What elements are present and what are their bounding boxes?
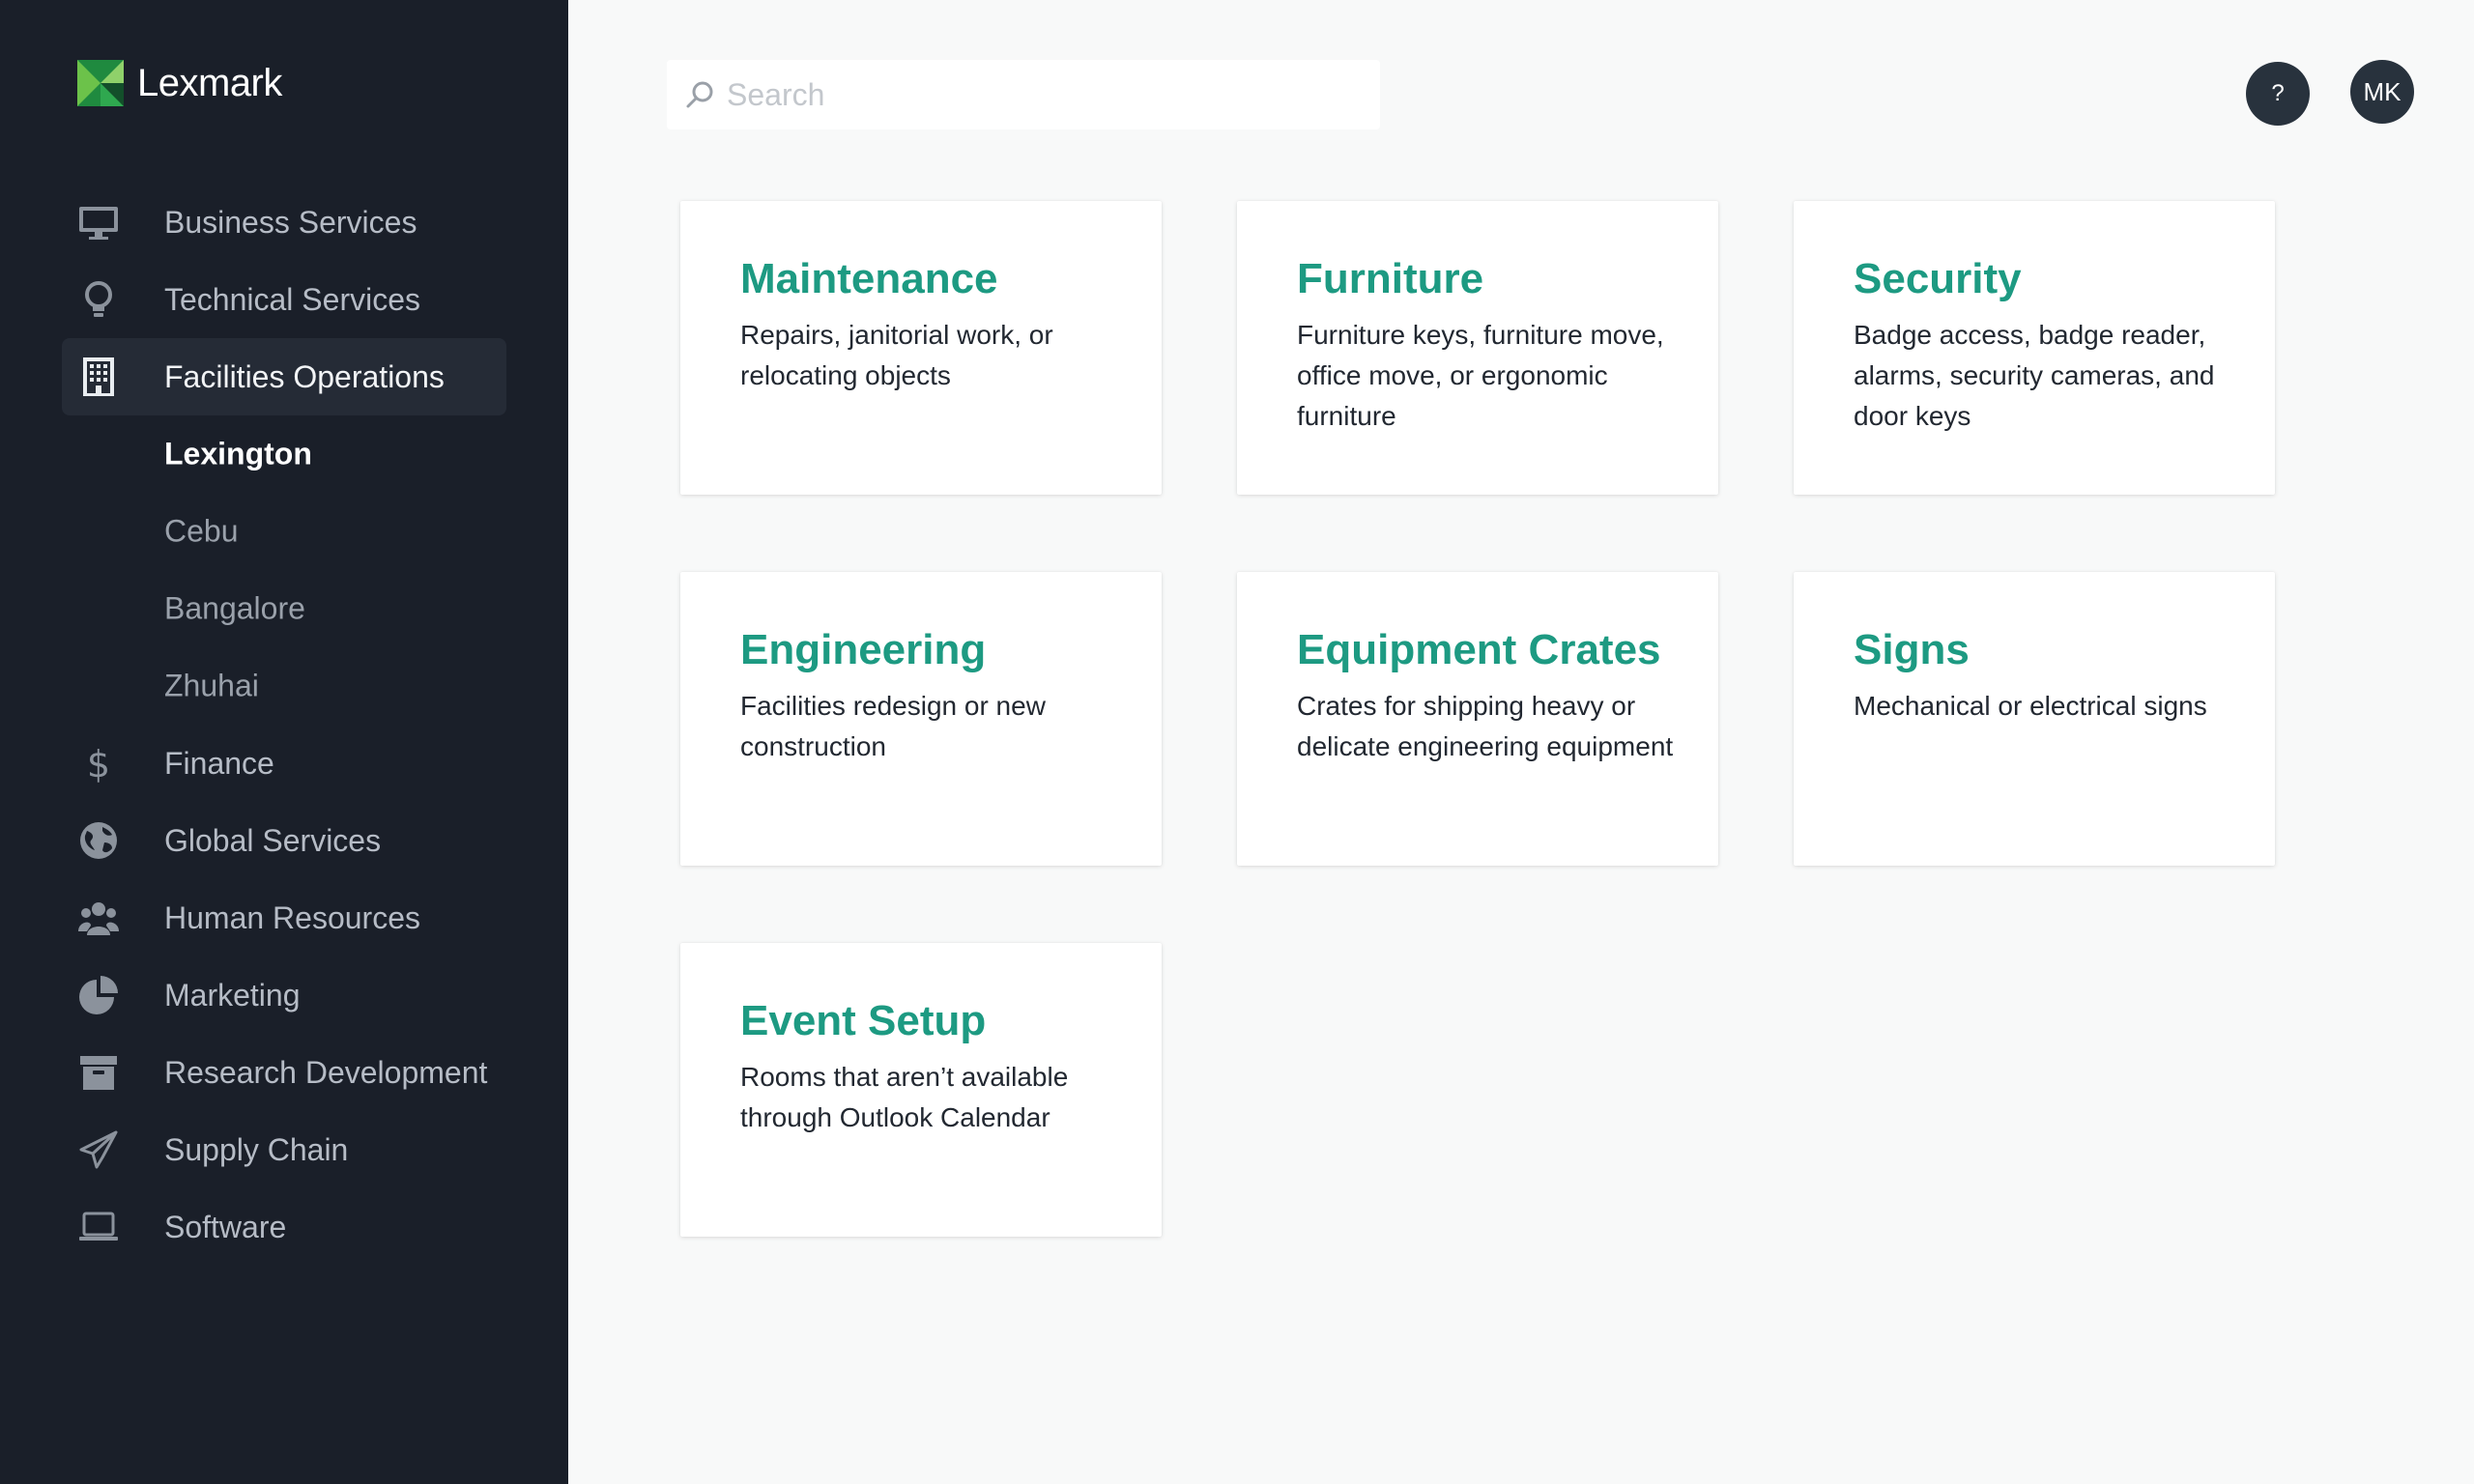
card-title: Engineering — [740, 626, 987, 673]
globe-icon — [77, 819, 120, 862]
sidebar-item-finance[interactable]: $ Finance — [62, 725, 506, 802]
card-description: Facilities redesign or new construction — [740, 691, 1046, 761]
sidebar-subitem-bangalore[interactable]: Bangalore — [62, 570, 506, 647]
sidebar-item-software[interactable]: Software — [62, 1188, 506, 1266]
sidebar-item-supply-chain[interactable]: Supply Chain — [62, 1111, 506, 1188]
sidebar-item-label: Global Services — [164, 822, 382, 858]
card-title: Event Setup — [740, 997, 987, 1044]
sidebar-item-label: Marketing — [164, 977, 301, 1013]
lexmark-logo-icon — [77, 60, 124, 106]
sidebar-subitem-lexington[interactable]: Lexington — [62, 415, 506, 493]
card-description: Crates for shipping heavy or delicate en… — [1297, 691, 1674, 761]
app-window: Lexmark Business Services Technical Serv… — [0, 0, 2474, 1484]
search-bar — [667, 60, 1380, 129]
sidebar-item-technical-services[interactable]: Technical Services — [62, 261, 506, 338]
sidebar-item-label: Research Development — [164, 1054, 488, 1090]
sidebar-item-label: Software — [164, 1209, 287, 1244]
sidebar-subitem-label: Lexington — [164, 436, 312, 471]
card-title: Security — [1854, 255, 2022, 302]
card-signs[interactable]: Signs Mechanical or electrical signs — [1794, 572, 2275, 866]
sidebar-subitem-cebu[interactable]: Cebu — [62, 493, 506, 570]
card-security[interactable]: Security Badge access, badge reader, ala… — [1794, 201, 2275, 495]
sidebar-item-label: Human Resources — [164, 899, 420, 935]
card-maintenance[interactable]: Maintenance Repairs, janitorial work, or… — [680, 201, 1162, 495]
card-title: Maintenance — [740, 255, 998, 302]
sidebar-subitem-label: Cebu — [164, 513, 239, 549]
sidebar-item-human-resources[interactable]: Human Resources — [62, 879, 506, 956]
card-title: Equipment Crates — [1297, 626, 1661, 673]
sidebar-item-research-development[interactable]: Research Development — [62, 1034, 506, 1111]
pie-chart-icon — [77, 974, 120, 1016]
search-input[interactable] — [727, 60, 1365, 129]
people-icon — [77, 897, 120, 939]
dollar-icon: $ — [77, 742, 120, 785]
brand-name: Lexmark — [137, 61, 282, 104]
building-icon — [77, 356, 120, 398]
sidebar-item-global-services[interactable]: Global Services — [62, 802, 506, 879]
card-description: Repairs, janitorial work, or relocating … — [740, 320, 1053, 390]
sidebar-item-label: Finance — [164, 745, 274, 781]
sidebar-subitem-label: Bangalore — [164, 590, 305, 626]
card-description: Rooms that aren’t available through Outl… — [740, 1062, 1069, 1132]
help-label: ? — [2271, 80, 2285, 106]
brand-logo[interactable]: Lexmark — [77, 60, 282, 106]
monitor-icon — [77, 201, 120, 243]
card-furniture[interactable]: Furniture Furniture keys, furniture move… — [1237, 201, 1718, 495]
archive-box-icon — [77, 1051, 120, 1094]
card-engineering[interactable]: Engineering Facilities redesign or new c… — [680, 572, 1162, 866]
laptop-icon — [77, 1206, 120, 1248]
svg-text:$: $ — [87, 743, 110, 785]
sidebar-item-label: Business Services — [164, 204, 417, 240]
card-equipment-crates[interactable]: Equipment Crates Crates for shipping hea… — [1237, 572, 1718, 866]
card-title: Furniture — [1297, 255, 1484, 302]
avatar[interactable]: MK — [2350, 60, 2414, 124]
lightbulb-icon — [77, 278, 120, 321]
sidebar-item-label: Supply Chain — [164, 1131, 349, 1167]
sidebar-item-label: Facilities Operations — [164, 358, 445, 394]
sidebar-subitem-zhuhai[interactable]: Zhuhai — [62, 647, 506, 725]
search-icon — [684, 79, 715, 110]
card-description: Badge access, badge reader, alarms, secu… — [1854, 320, 2215, 431]
paper-plane-icon — [77, 1128, 120, 1171]
card-title: Signs — [1854, 626, 1970, 673]
sidebar-item-label: Technical Services — [164, 281, 420, 317]
card-description: Furniture keys, furniture move, office m… — [1297, 320, 1664, 431]
avatar-initials: MK — [2363, 76, 2402, 106]
sidebar-subitem-label: Zhuhai — [164, 668, 259, 703]
sidebar-item-facilities-operations[interactable]: Facilities Operations — [62, 338, 506, 415]
sidebar-item-marketing[interactable]: Marketing — [62, 956, 506, 1034]
sidebar-item-business-services[interactable]: Business Services — [62, 184, 506, 261]
sidebar: Lexmark Business Services Technical Serv… — [0, 0, 568, 1484]
sidebar-nav: Business Services Technical Services Fac… — [62, 184, 506, 1266]
card-description: Mechanical or electrical signs — [1854, 691, 2207, 721]
help-button[interactable]: ? — [2246, 62, 2310, 126]
card-event-setup[interactable]: Event Setup Rooms that aren’t available … — [680, 943, 1162, 1237]
